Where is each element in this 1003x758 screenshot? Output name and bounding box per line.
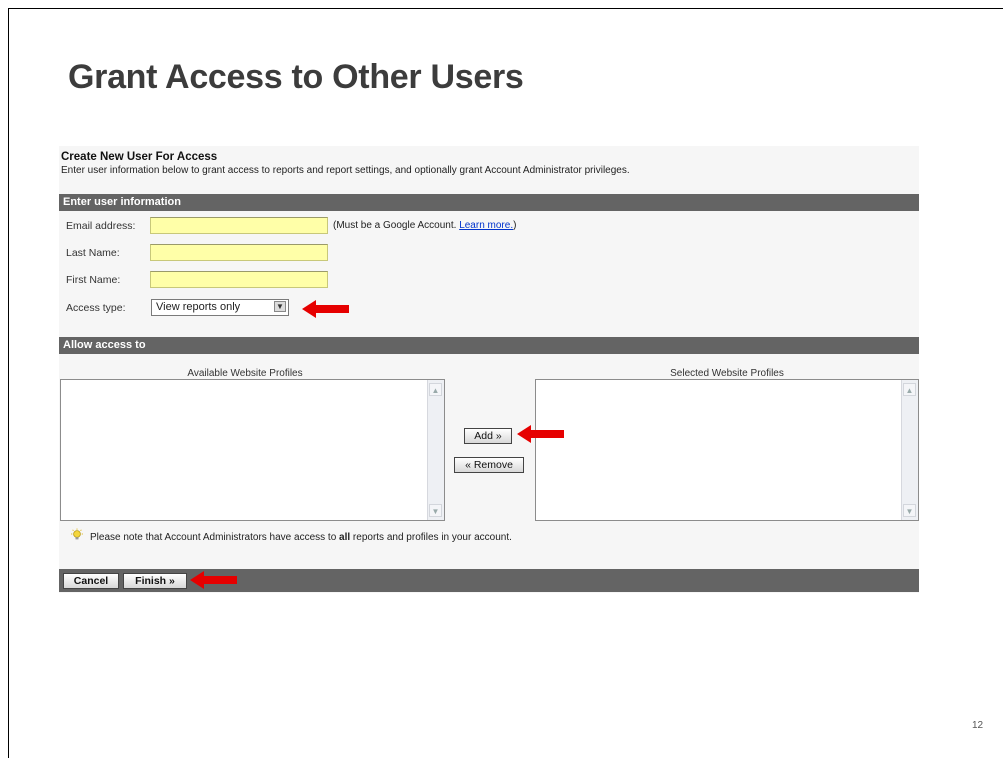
cancel-button[interactable]: Cancel bbox=[63, 573, 119, 589]
red-arrow-icon bbox=[302, 300, 349, 318]
form-intro: Enter user information below to grant ac… bbox=[61, 165, 630, 176]
available-profiles-scrollbar[interactable]: ▲ ▼ bbox=[427, 380, 444, 520]
email-field[interactable] bbox=[150, 217, 328, 234]
scroll-up-icon[interactable]: ▲ bbox=[429, 383, 442, 396]
email-hint-text: (Must be a Google Account. bbox=[333, 220, 460, 231]
user-info-section-header: Enter user information bbox=[59, 194, 919, 211]
email-hint: (Must be a Google Account. Learn more.) bbox=[333, 220, 516, 231]
scroll-down-icon[interactable]: ▼ bbox=[429, 504, 442, 517]
scroll-down-icon[interactable]: ▼ bbox=[903, 504, 916, 517]
add-button[interactable]: Add » bbox=[464, 428, 512, 444]
access-type-label: Access type: bbox=[66, 302, 126, 314]
first-name-field[interactable] bbox=[150, 271, 328, 288]
admin-note-end: reports and profiles in your account. bbox=[350, 532, 512, 543]
lightbulb-icon bbox=[71, 528, 83, 540]
access-type-select[interactable]: View reports only ▼ bbox=[151, 299, 289, 316]
access-type-value: View reports only bbox=[156, 301, 241, 313]
admin-note-emphasis: all bbox=[339, 532, 351, 543]
selected-profiles-list[interactable]: ▲ ▼ bbox=[535, 379, 919, 521]
chevron-down-icon[interactable]: ▼ bbox=[274, 301, 286, 312]
first-name-label: First Name: bbox=[66, 274, 121, 286]
red-arrow-icon bbox=[190, 571, 237, 589]
admin-note-text: Please note that Account Administrators … bbox=[90, 532, 340, 543]
email-hint-close: ) bbox=[513, 220, 517, 231]
learn-more-link[interactable]: Learn more. bbox=[459, 220, 513, 231]
email-label: Email address: bbox=[66, 220, 136, 232]
remove-button[interactable]: « Remove bbox=[454, 457, 524, 473]
form-footer-bar: Cancel Finish » bbox=[59, 569, 919, 592]
slide-title: Grant Access to Other Users bbox=[68, 58, 524, 96]
selected-profiles-scrollbar[interactable]: ▲ ▼ bbox=[901, 380, 918, 520]
last-name-field[interactable] bbox=[150, 244, 328, 261]
form-heading: Create New User For Access bbox=[61, 151, 218, 163]
allow-access-section-header: Allow access to bbox=[59, 337, 919, 354]
admin-note: Please note that Account Administrators … bbox=[90, 532, 512, 543]
scroll-up-icon[interactable]: ▲ bbox=[903, 383, 916, 396]
create-user-form: Create New User For Access Enter user in… bbox=[59, 146, 919, 593]
red-arrow-icon bbox=[517, 425, 564, 443]
available-profiles-caption: Available Website Profiles bbox=[187, 368, 303, 379]
last-name-label: Last Name: bbox=[66, 247, 120, 259]
selected-profiles-caption: Selected Website Profiles bbox=[670, 368, 784, 379]
page-number: 12 bbox=[972, 720, 984, 731]
finish-button[interactable]: Finish » bbox=[123, 573, 187, 589]
available-profiles-list[interactable]: ▲ ▼ bbox=[60, 379, 445, 521]
